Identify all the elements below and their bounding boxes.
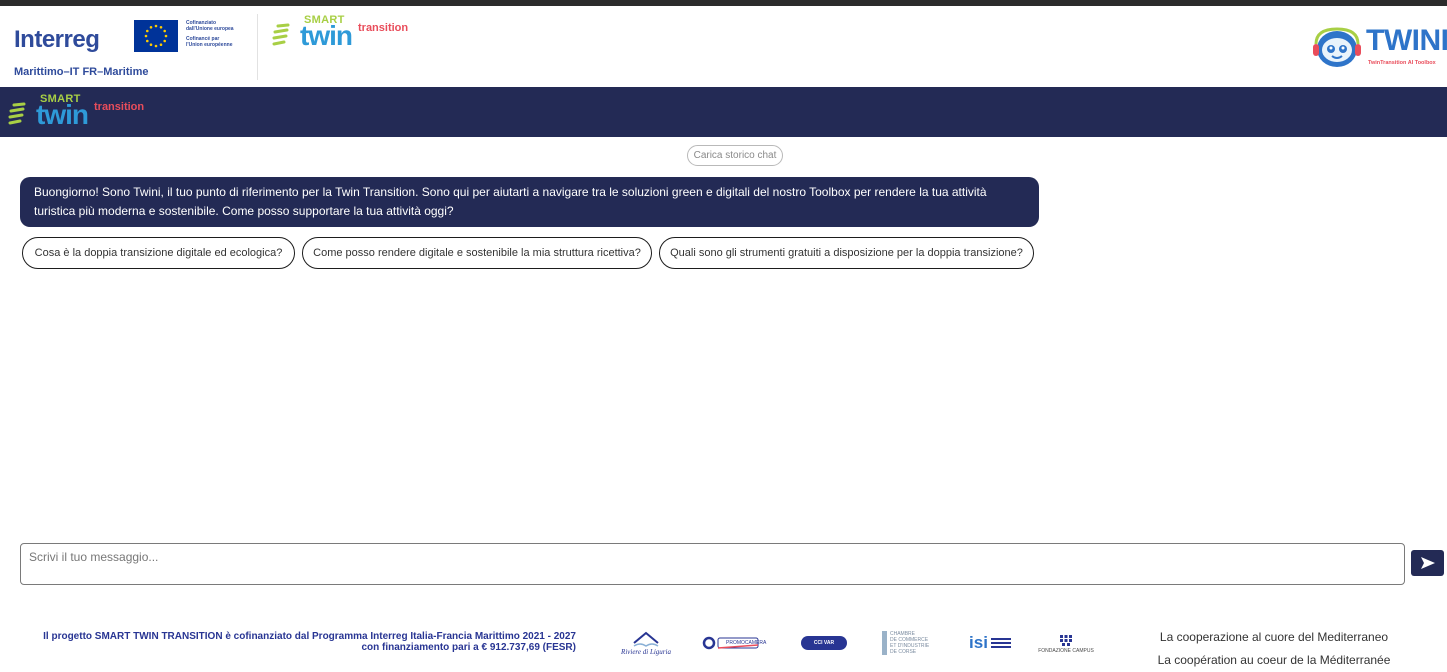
twini-wordmark: TWINI xyxy=(1366,24,1447,57)
partner-logo-chambre-corse[interactable]: CHAMBRE DE COMMERCE ET D'INDUSTRIE DE CO… xyxy=(882,625,942,661)
partner-label: CCI VAR xyxy=(813,640,835,646)
partner-logo-riviere[interactable]: Riviere di Liguria xyxy=(618,625,674,661)
suggestion-list: Cosa è la doppia transizione digitale ed… xyxy=(22,237,1034,269)
logo-transition-word: transition xyxy=(94,101,145,113)
message-input-container xyxy=(20,543,1405,585)
partner-logo-cci[interactable]: CCI VAR xyxy=(800,625,848,661)
cci-badge: CCI VAR xyxy=(801,636,847,650)
partner-logo-promocamera[interactable]: PROMOCAMERA xyxy=(702,625,766,661)
tagline-italian: La cooperazione al cuore del Mediterrane… xyxy=(1159,630,1389,644)
partner-label: FONDAZIONE CAMPUS xyxy=(1038,647,1094,654)
site-footer: Il progetto SMART TWIN TRANSITION è cofi… xyxy=(0,615,1447,667)
send-arrow-icon xyxy=(1420,557,1435,569)
interreg-wordmark: Interreg xyxy=(14,26,100,53)
logo-twin-word: twin xyxy=(36,99,89,130)
message-input[interactable] xyxy=(21,544,1404,584)
logo-twin-word: twin xyxy=(300,20,353,51)
header-divider xyxy=(257,14,258,80)
programme-name: Marittimo–IT FR–Maritime xyxy=(14,66,149,78)
twini-logo[interactable]: TWINI TwinTransition AI Toolbox xyxy=(1308,20,1447,76)
funding-statement: Il progetto SMART TWIN TRANSITION è cofi… xyxy=(18,631,576,653)
suggestion-chip[interactable]: Come posso rendere digitale e sostenibil… xyxy=(302,237,652,269)
smart-twin-transition-logo[interactable]: SMART twin transition xyxy=(270,14,410,54)
bot-message: Buongiorno! Sono Twini, il tuo punto di … xyxy=(20,177,1039,227)
partner-logo-isi[interactable]: isi xyxy=(966,625,1014,661)
partner-label: PROMOCAMERA xyxy=(726,640,767,646)
eu-flag-icon xyxy=(134,20,178,52)
mountain-wave-icon xyxy=(633,631,659,647)
logo-transition-word: transition xyxy=(358,22,409,34)
interreg-logo: Interreg Cofinanziato dall'Unione europe… xyxy=(14,12,254,84)
site-header: Interreg Cofinanziato dall'Unione europe… xyxy=(0,6,1447,87)
signal-waves-icon xyxy=(272,23,290,46)
isi-lines xyxy=(990,638,1011,648)
chambre-logo: CHAMBRE DE COMMERCE ET D'INDUSTRIE DE CO… xyxy=(882,631,929,655)
funding-line: Il progetto SMART TWIN TRANSITION è cofi… xyxy=(43,631,576,642)
partner-logo-campus[interactable]: FONDAZIONE CAMPUS xyxy=(1038,625,1094,661)
funding-line: con finanziamento pari a € 912.737,69 (F… xyxy=(361,642,576,653)
cooperation-tagline: La cooperazione al cuore del Mediterrane… xyxy=(1124,626,1424,672)
tagline-french: La coopération au coeur de la Méditerran… xyxy=(1157,653,1391,667)
isi-logo: isi xyxy=(969,633,1011,653)
send-button[interactable] xyxy=(1411,550,1444,576)
twini-subtitle: TwinTransition AI Toolbox xyxy=(1368,60,1436,66)
nav-smart-twin-logo[interactable]: SMART twin transition xyxy=(6,93,146,133)
signal-waves-icon xyxy=(8,102,26,125)
partner-label: isi xyxy=(969,633,988,652)
eu-cofunding-text: Cofinanziato dall'Unione europea Cofinan… xyxy=(186,20,256,48)
suggestion-chip[interactable]: Quali sono gli strumenti gratuiti a disp… xyxy=(659,237,1034,269)
robot-headset-icon xyxy=(1313,27,1361,67)
eu-text-line: l'Union européenne xyxy=(186,42,233,48)
partner-label: Riviere di Liguria xyxy=(621,647,671,656)
nav-band: SMART twin transition xyxy=(0,87,1447,137)
campus-emblem-icon xyxy=(1060,634,1072,646)
partner-label: DE CORSE xyxy=(890,649,917,655)
load-chat-history-button[interactable]: Carica storico chat xyxy=(687,145,783,166)
chambre-mark xyxy=(882,631,887,655)
chambre-text: CHAMBRE DE COMMERCE ET D'INDUSTRIE DE CO… xyxy=(890,631,929,655)
suggestion-chip[interactable]: Cosa è la doppia transizione digitale ed… xyxy=(22,237,295,269)
